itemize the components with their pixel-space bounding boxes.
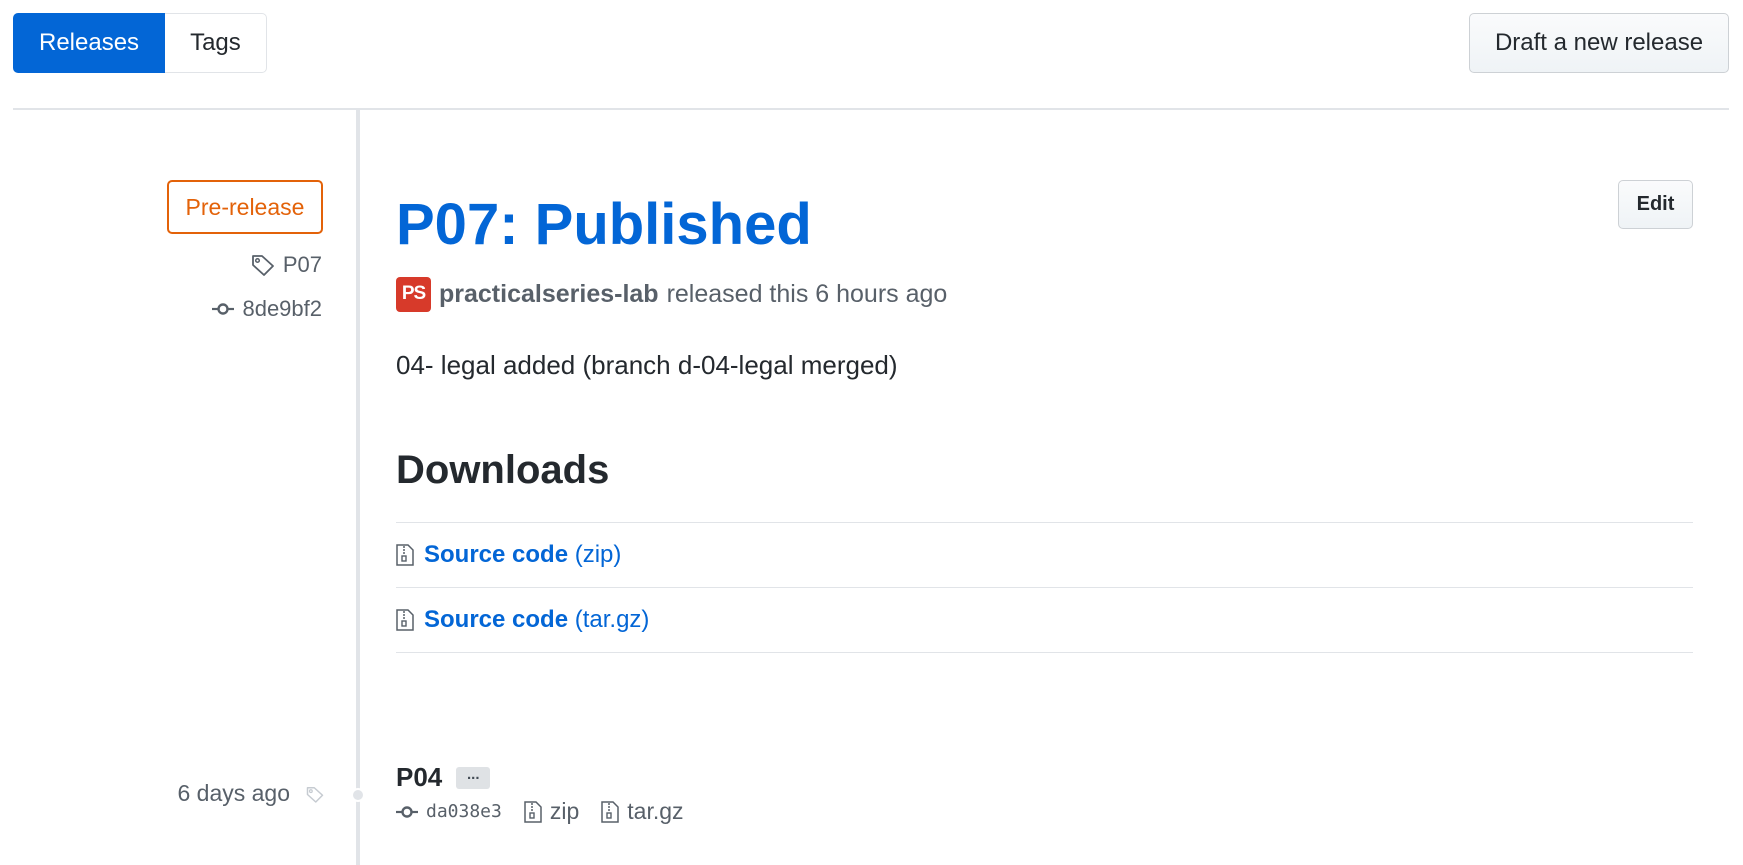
timeline-dot	[351, 788, 365, 802]
file-zip-icon	[524, 800, 542, 823]
release-tag-link[interactable]: P07	[283, 252, 322, 278]
git-commit-icon	[396, 805, 418, 819]
release-description: 04- legal added (branch d-04-legal merge…	[396, 350, 898, 380]
timeline-line	[356, 110, 360, 865]
released-time-text: released this 6 hours ago	[666, 279, 948, 308]
older-release-title[interactable]: P04	[396, 762, 442, 793]
download-label: Source code	[424, 541, 569, 568]
prerelease-badge: Pre-release	[167, 180, 323, 234]
tag-icon	[306, 786, 324, 803]
git-commit-icon	[212, 302, 235, 316]
file-zip-icon	[601, 800, 620, 823]
older-release-commit-link[interactable]: da038e3	[426, 801, 502, 822]
downloads-heading: Downloads	[396, 448, 610, 492]
release-commit-link[interactable]: 8de9bf2	[242, 296, 322, 322]
edit-release-button[interactable]: Edit	[1618, 180, 1693, 229]
release-title[interactable]: P07: Published	[396, 190, 812, 260]
downloads-list: Source code (zip) Source code (tar.gz)	[396, 522, 1693, 653]
file-zip-icon	[396, 609, 414, 631]
header-divider	[13, 108, 1729, 110]
download-targz-link[interactable]: Source code (tar.gz)	[424, 606, 649, 634]
download-row-targz[interactable]: Source code (tar.gz)	[396, 588, 1693, 653]
download-row-zip[interactable]: Source code (zip)	[396, 523, 1693, 588]
older-release-date: 6 days ago	[177, 780, 290, 806]
older-release-zip-link[interactable]: zip	[550, 798, 579, 825]
download-ext: (zip)	[574, 541, 622, 568]
download-zip-link[interactable]: Source code (zip)	[424, 541, 621, 569]
release-tag[interactable]: P07	[251, 252, 322, 278]
older-release-meta: da038e3 zip tar.gz	[396, 798, 684, 825]
releases-header: Releases Tags Draft a new release	[13, 13, 1729, 73]
tag-icon	[251, 254, 275, 276]
release-byline: PS practicalseries-lab released this 6 h…	[396, 276, 947, 312]
older-release-header: P04 ...	[396, 762, 491, 793]
tab-tags[interactable]: Tags	[165, 13, 267, 73]
author-link[interactable]: practicalseries-lab	[439, 280, 659, 309]
older-release-targz-link[interactable]: tar.gz	[627, 798, 683, 825]
expand-release-button[interactable]: ...	[456, 766, 491, 789]
tab-releases[interactable]: Releases	[13, 13, 166, 73]
avatar[interactable]: PS	[396, 276, 431, 312]
download-label: Source code	[424, 606, 569, 633]
download-ext: (tar.gz)	[574, 606, 650, 633]
releases-subnav: Releases Tags	[13, 13, 267, 73]
release-commit[interactable]: 8de9bf2	[212, 296, 322, 322]
file-zip-icon	[396, 544, 414, 566]
draft-new-release-button[interactable]: Draft a new release	[1469, 13, 1729, 73]
